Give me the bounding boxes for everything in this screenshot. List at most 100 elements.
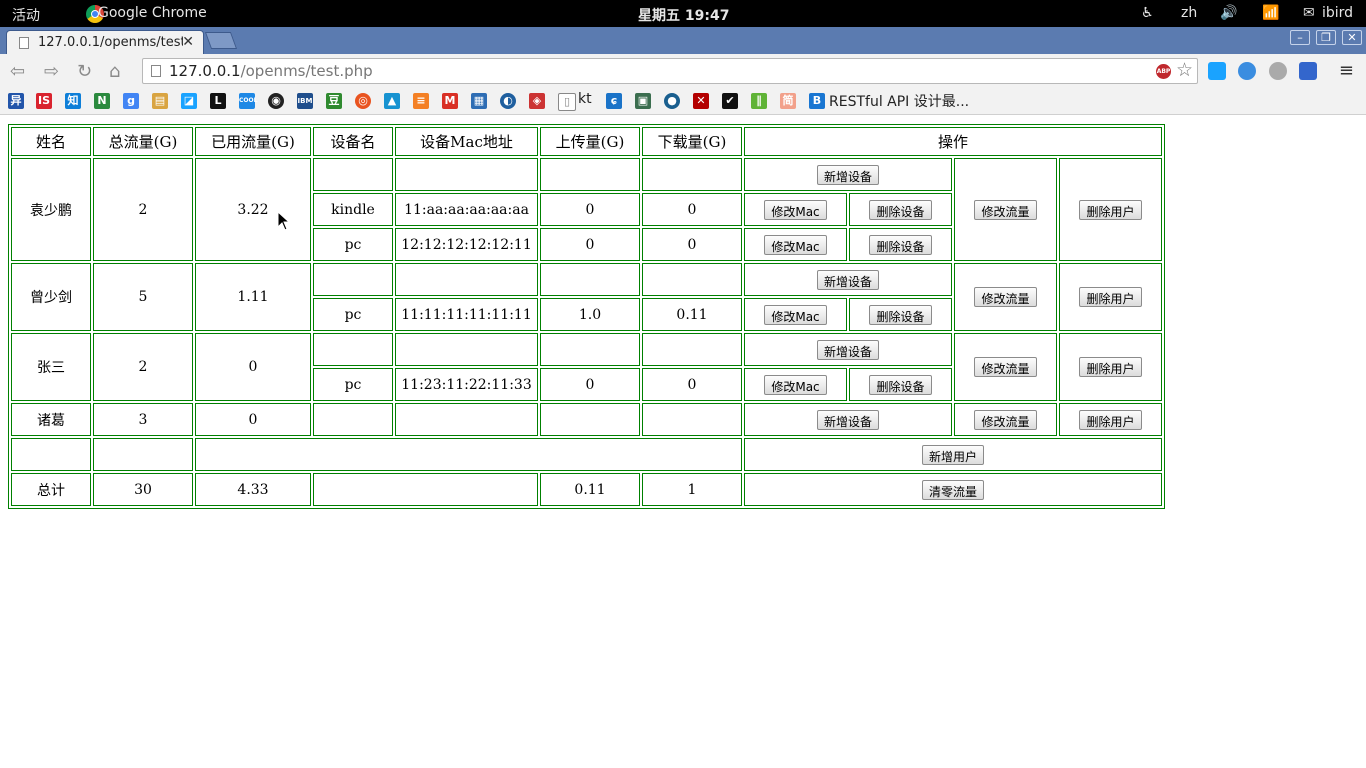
user-name: 诸葛: [11, 403, 91, 436]
extension-v-icon[interactable]: [1238, 62, 1256, 80]
bookmark-icon[interactable]: ✕: [693, 93, 709, 109]
device-upload: 0: [540, 193, 640, 226]
user-menu[interactable]: ibird: [1322, 5, 1353, 21]
device-download: 0: [642, 228, 742, 261]
activities-button[interactable]: 活动: [12, 5, 40, 25]
totals-upload: 0.11: [540, 473, 640, 506]
close-tab-icon[interactable]: ✕: [182, 34, 194, 50]
mouse-cursor-icon: [277, 211, 289, 231]
device-mac: 11:23:11:22:11:33: [395, 368, 538, 401]
add-device-button[interactable]: 新增设备: [816, 164, 879, 185]
volume-icon[interactable]: 🔊: [1220, 5, 1237, 21]
page-icon: [151, 65, 161, 77]
modify-mac-button[interactable]: 修改Mac: [764, 304, 827, 325]
add-user-button[interactable]: 新增用户: [921, 444, 984, 465]
wifi-icon[interactable]: 📶: [1262, 5, 1279, 21]
bookmark-douban-icon[interactable]: 豆: [326, 93, 342, 109]
bookmark-coolshell-icon[interactable]: COOL: [239, 93, 257, 109]
new-tab-button[interactable]: [204, 32, 238, 49]
user-total: 2: [93, 158, 193, 261]
adblock-icon[interactable]: ABP: [1156, 64, 1171, 79]
bookmark-restful[interactable]: RESTful API 设计最...: [829, 91, 969, 111]
bookmark-gmail-icon[interactable]: M: [442, 93, 458, 109]
tab-title: 127.0.0.1/openms/test.php: [38, 35, 183, 50]
modify-mac-button[interactable]: 修改Mac: [764, 374, 827, 395]
delete-device-button[interactable]: 删除设备: [869, 374, 932, 395]
delete-user-button[interactable]: 删除用户: [1079, 357, 1142, 377]
bookmark-star-icon[interactable]: ☆: [1176, 59, 1193, 81]
bookmark-icon[interactable]: ▤: [152, 93, 168, 109]
bookmark-ibm-icon[interactable]: IBM: [297, 93, 313, 109]
device-upload: 1.0: [540, 298, 640, 331]
totals-row: 总计 30 4.33 0.11 1 清零流量: [11, 473, 1162, 506]
bookmark-kt[interactable]: kt: [578, 91, 592, 107]
home-icon[interactable]: ⌂: [109, 61, 120, 82]
modify-flow-button[interactable]: 修改流量: [974, 357, 1037, 377]
bookmark-icon[interactable]: B: [809, 93, 825, 109]
delete-user-button[interactable]: 删除用户: [1079, 409, 1142, 430]
bookmark-icon[interactable]: IS: [36, 93, 52, 109]
bookmark-stackoverflow-icon[interactable]: ≡: [413, 93, 429, 109]
bookmark-icon[interactable]: ◪: [181, 93, 197, 109]
bookmark-icon[interactable]: 异: [8, 93, 24, 109]
chat-icon[interactable]: ✉: [1303, 5, 1315, 21]
bookmark-google-icon[interactable]: g: [123, 93, 139, 109]
bookmark-icon[interactable]: L: [210, 93, 226, 109]
bookmark-icon[interactable]: ▦: [471, 93, 487, 109]
extension-translate-icon[interactable]: [1299, 62, 1317, 80]
minimize-icon[interactable]: –: [1290, 30, 1310, 45]
table-row: 曾少剑 5 1.11 新增设备 修改流量 删除用户: [11, 263, 1162, 331]
table-row: 新增用户: [11, 438, 1162, 471]
add-device-button[interactable]: 新增设备: [816, 409, 879, 430]
bookmark-icon[interactable]: ▣: [635, 93, 651, 109]
reload-icon[interactable]: ↻: [77, 61, 92, 82]
page-icon: [19, 37, 29, 49]
input-language[interactable]: zh: [1181, 5, 1197, 21]
chrome-menu-icon[interactable]: ≡: [1339, 60, 1354, 81]
modify-mac-button[interactable]: 修改Mac: [764, 199, 827, 220]
bookmark-icon[interactable]: ◈: [529, 93, 545, 109]
bookmark-jianshu-icon[interactable]: 简: [780, 93, 796, 109]
bookmark-check-icon[interactable]: ✔: [722, 93, 738, 109]
extension-icon[interactable]: [1208, 62, 1226, 80]
delete-device-button[interactable]: 删除设备: [869, 234, 932, 255]
table-row: 张三 2 0 新增设备 修改流量 删除用户: [11, 333, 1162, 401]
bookmark-icon[interactable]: ∥: [751, 93, 767, 109]
modify-flow-button[interactable]: 修改流量: [974, 199, 1037, 220]
modify-flow-button[interactable]: 修改流量: [974, 409, 1037, 430]
restore-icon[interactable]: ❐: [1316, 30, 1336, 45]
bookmark-icon[interactable]: ●: [664, 93, 680, 109]
header-name: 姓名: [11, 127, 91, 156]
forward-icon[interactable]: ⇨: [44, 61, 59, 82]
device-upload: 0: [540, 228, 640, 261]
bookmark-ubuntu-icon[interactable]: ◎: [355, 93, 371, 109]
accessibility-icon[interactable]: ♿: [1141, 5, 1154, 21]
bookmark-zhihu-icon[interactable]: 知: [65, 93, 81, 109]
clock[interactable]: 星期五 19:47: [638, 5, 729, 25]
device-mac: 11:aa:aa:aa:aa:aa: [395, 193, 538, 226]
close-window-icon[interactable]: ✕: [1342, 30, 1362, 45]
header-download: 下载量(G): [642, 127, 742, 156]
bookmark-arch-icon[interactable]: ▲: [384, 93, 400, 109]
user-total: 5: [93, 263, 193, 331]
back-icon[interactable]: ⇦: [10, 61, 25, 82]
bookmark-page-icon: ▯: [558, 93, 576, 111]
modify-flow-button[interactable]: 修改流量: [974, 287, 1037, 307]
delete-device-button[interactable]: 删除设备: [869, 199, 932, 220]
bookmark-icon[interactable]: ◐: [500, 93, 516, 109]
delete-user-button[interactable]: 删除用户: [1079, 199, 1142, 220]
delete-user-button[interactable]: 删除用户: [1079, 287, 1142, 307]
browser-tab[interactable]: 127.0.0.1/openms/test.php ✕: [6, 30, 204, 54]
add-device-button[interactable]: 新增设备: [816, 339, 879, 360]
browser-toolbar: ⇦ ⇨ ↻ ⌂ 127.0.0.1/openms/test.php ABP ☆ …: [0, 54, 1366, 87]
bookmark-github-icon[interactable]: ◉: [268, 93, 284, 109]
bookmark-icon[interactable]: N: [94, 93, 110, 109]
address-bar[interactable]: 127.0.0.1/openms/test.php ABP ☆: [142, 58, 1198, 84]
bookmark-icon[interactable]: ɕ: [606, 93, 622, 109]
delete-device-button[interactable]: 删除设备: [869, 304, 932, 325]
app-menu[interactable]: Google Chrome: [98, 5, 207, 21]
reset-flow-button[interactable]: 清零流量: [921, 479, 984, 500]
extension-globe-icon[interactable]: [1269, 62, 1287, 80]
modify-mac-button[interactable]: 修改Mac: [764, 234, 827, 255]
add-device-button[interactable]: 新增设备: [816, 269, 879, 290]
